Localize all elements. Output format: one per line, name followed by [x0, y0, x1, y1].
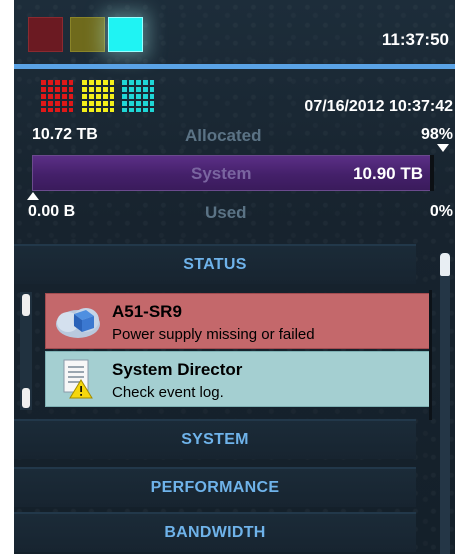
server-cloud-icon — [56, 308, 100, 338]
allocated-label: Allocated — [185, 126, 262, 145]
section-bandwidth-label: BANDWIDTH — [164, 524, 266, 541]
status-list-scroll-up[interactable] — [22, 294, 30, 316]
status-item-alert[interactable]: A51-SR9 Power supply missing or failed — [45, 293, 431, 349]
status-item-message: Check event log. — [112, 384, 224, 401]
panel-scrollbar[interactable] — [440, 253, 450, 554]
status-item-message: Power supply missing or failed — [112, 326, 315, 343]
status-indicator-yellow[interactable] — [70, 17, 105, 52]
bar-value: 10.90 TB — [353, 164, 423, 183]
status-indicator-cyan[interactable] — [108, 17, 143, 52]
status-indicator-red[interactable] — [28, 17, 63, 52]
status-item-title: A51-SR9 — [112, 302, 182, 321]
used-value: 0.00 B — [28, 203, 76, 220]
list-edge — [429, 290, 432, 420]
used-marker-icon — [27, 192, 39, 200]
panel-scrollbar-thumb[interactable] — [440, 253, 450, 276]
section-system-label: SYSTEM — [181, 431, 249, 448]
document-warning-icon — [63, 359, 93, 399]
section-status-label: STATUS — [183, 256, 247, 273]
grid-red-icon — [41, 80, 73, 112]
bar-label: System — [191, 164, 252, 183]
status-item-warning[interactable]: System Director Check event log. — [45, 351, 431, 407]
capacity-bar: System 10.90 TB — [32, 155, 432, 191]
section-status[interactable]: STATUS — [14, 244, 416, 284]
status-list-scroll-down[interactable] — [22, 388, 30, 408]
allocated-marker-icon — [437, 144, 449, 152]
allocated-percent: 98% — [420, 126, 453, 143]
header-divider — [14, 64, 455, 69]
used-label: Used — [205, 203, 247, 222]
section-bandwidth[interactable]: BANDWIDTH — [14, 512, 416, 552]
used-percent: 0% — [429, 203, 453, 220]
section-performance-label: PERFORMANCE — [150, 479, 280, 496]
bar-end-cap — [430, 155, 434, 191]
clock: 11:37:50 — [381, 30, 449, 49]
allocated-value: 10.72 TB — [32, 126, 98, 143]
grid-yellow-icon — [82, 80, 114, 112]
grid-cyan-icon — [122, 80, 154, 112]
status-item-title: System Director — [112, 360, 243, 379]
capacity-timestamp: 07/16/2012 10:37:42 — [304, 98, 453, 115]
section-performance[interactable]: PERFORMANCE — [14, 467, 416, 507]
section-system[interactable]: SYSTEM — [14, 419, 416, 459]
